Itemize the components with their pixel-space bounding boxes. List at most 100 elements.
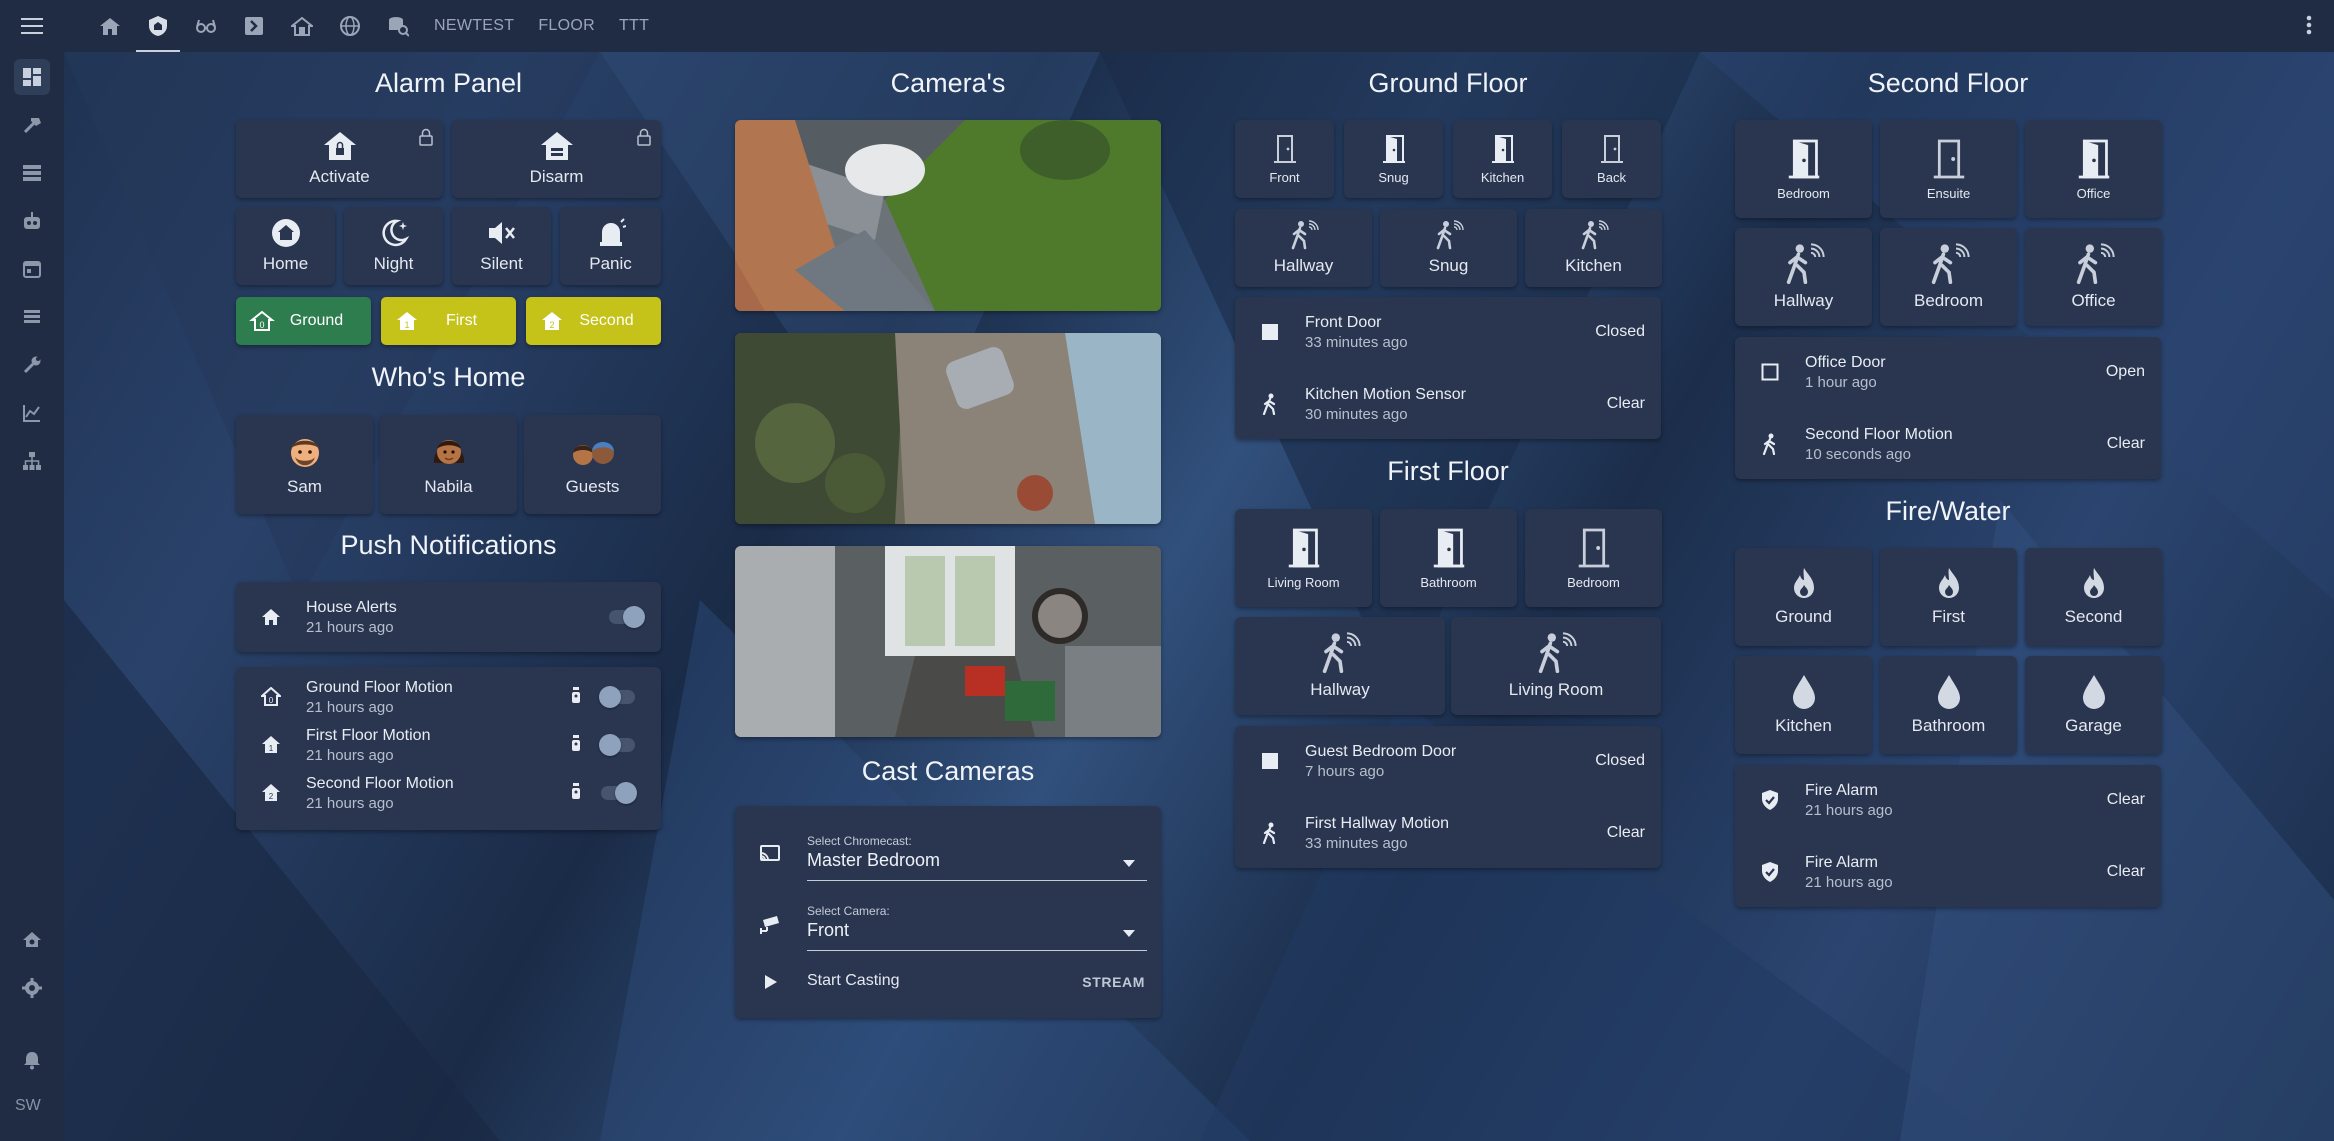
tab-security[interactable] — [134, 0, 182, 52]
second-motion-bedroom[interactable]: Bedroom — [1880, 228, 2017, 326]
first-motion-time: 21 hours ago — [306, 746, 394, 764]
fire-alarm-card: Fire Alarm 21 hours ago Clear Fire Alarm 2… — [1735, 765, 2161, 907]
second-door-bedroom[interactable]: Bedroom — [1735, 120, 1872, 218]
person-sam[interactable]: Sam — [236, 415, 373, 514]
camera-feed-front[interactable] — [735, 120, 1161, 311]
sidebar-item-robot[interactable] — [14, 203, 50, 239]
list-item[interactable]: Fire Alarm 21 hours ago Clear — [1735, 837, 2161, 907]
sidebar-item-hammer[interactable] — [14, 107, 50, 143]
list-item[interactable]: Front Door 33 minutes ago Closed — [1235, 297, 1661, 367]
tab-glasses[interactable] — [182, 0, 230, 52]
fire-icon — [1938, 568, 1959, 598]
ground-door-front[interactable]: Front — [1235, 120, 1334, 198]
dots-vertical-icon[interactable] — [2306, 14, 2312, 41]
tab-newtest[interactable]: NEWTEST — [422, 0, 526, 52]
activate-button[interactable]: Activate — [236, 120, 443, 198]
tab-home[interactable] — [86, 0, 134, 52]
tab-ttt[interactable]: TTT — [607, 0, 661, 52]
camera-select[interactable]: Select Camera: Front — [807, 904, 1147, 951]
sidebar-item-home-settings[interactable] — [14, 922, 50, 958]
sidebar-item-history[interactable] — [14, 395, 50, 431]
stream-button[interactable]: STREAM — [1082, 974, 1145, 990]
tab-floor[interactable]: FLOOR — [526, 0, 607, 52]
second-door-ensuite[interactable]: Ensuite — [1880, 120, 2017, 218]
first-motion-toggle[interactable] — [599, 734, 635, 756]
tab-web[interactable] — [326, 0, 374, 52]
sam-label: Sam — [287, 476, 322, 496]
floor-second-button[interactable]: 2 Second — [526, 297, 661, 345]
mode-night-button[interactable]: Night — [344, 207, 443, 285]
ground-motion-toggle[interactable] — [599, 686, 635, 708]
fire-sensor-second[interactable]: Second — [2025, 548, 2162, 646]
camera-feed-garden[interactable] — [735, 333, 1161, 524]
list-item[interactable]: Second Floor Motion 10 seconds ago Clear — [1735, 409, 2161, 479]
ground-motion-snug-label: Snug — [1428, 256, 1469, 275]
house-alerts-toggle[interactable] — [609, 606, 645, 628]
home-icon — [262, 609, 280, 625]
ground-door-kitchen[interactable]: Kitchen — [1453, 120, 1552, 198]
second-motion-office[interactable]: Office — [2025, 228, 2162, 326]
ground-motion-snug[interactable]: Snug — [1380, 209, 1517, 287]
person-nabila[interactable]: Nabila — [380, 415, 517, 514]
server-icon — [23, 165, 41, 181]
sidebar-item-sitemap[interactable] — [14, 443, 50, 479]
water-sensor-kitchen[interactable]: Kitchen — [1735, 656, 1872, 754]
second-door-office[interactable]: Office — [2025, 120, 2162, 218]
guests-avatar — [572, 441, 614, 465]
hamburger-menu-icon[interactable] — [0, 0, 64, 52]
list-item[interactable]: Kitchen Motion Sensor 30 minutes ago Clea… — [1235, 369, 1661, 439]
first-door-bathroom[interactable]: Bathroom — [1380, 509, 1517, 607]
sidebar-item-notifications[interactable] — [14, 1042, 50, 1078]
first-motion-name: First Floor Motion — [306, 726, 431, 744]
tab-chevron[interactable] — [230, 0, 278, 52]
floor-ground-label: Ground — [289, 312, 344, 329]
motion-sensor-walk-icon — [1786, 243, 1825, 285]
fire-alarm-1-state: Clear — [2106, 791, 2145, 808]
home-unlock-icon — [540, 132, 573, 160]
first-motion-hallway[interactable]: Hallway — [1235, 617, 1445, 715]
fire-sensor-first[interactable]: First — [1880, 548, 2017, 646]
ground-door-snug[interactable]: Snug — [1344, 120, 1443, 198]
sidebar-item-layers[interactable] — [14, 299, 50, 335]
camera-select-value: Front — [807, 920, 850, 940]
ground-motion-hallway[interactable]: Hallway — [1235, 209, 1372, 287]
mode-panic-button[interactable]: Panic — [560, 207, 661, 285]
person-guests[interactable]: Guests — [524, 415, 661, 514]
second-motion-toggle[interactable] — [601, 782, 637, 804]
mode-silent-button[interactable]: Silent — [452, 207, 551, 285]
disarm-label: Disarm — [529, 167, 584, 186]
sidebar-item-server[interactable] — [14, 155, 50, 191]
whos-home-title: Who's Home — [371, 362, 526, 392]
list-item[interactable]: First Hallway Motion 33 minutes ago Clear — [1235, 798, 1661, 868]
fire-sensor-ground[interactable]: Ground — [1735, 548, 1872, 646]
second-floor-motion-time: 10 seconds ago — [1805, 445, 1911, 463]
tab-database[interactable] — [374, 0, 422, 52]
sidebar-item-calendar[interactable] — [14, 251, 50, 287]
second-motion-hallway[interactable]: Hallway — [1735, 228, 1872, 326]
water-sensor-garage-label: Garage — [2065, 716, 2122, 735]
list-item[interactable]: Guest Bedroom Door 7 hours ago Closed — [1235, 726, 1661, 796]
disarm-button[interactable]: Disarm — [452, 120, 661, 198]
tab-floors[interactable] — [278, 0, 326, 52]
mode-home-button[interactable]: Home — [236, 207, 335, 285]
sidebar-item-wrench[interactable] — [14, 347, 50, 383]
ground-door-back[interactable]: Back — [1562, 120, 1661, 198]
floor-first-button[interactable]: 1 First — [381, 297, 516, 345]
sidebar-item-settings[interactable] — [14, 970, 50, 1006]
floor-ground-button[interactable]: 0 Ground — [236, 297, 371, 345]
first-motion-living-room[interactable]: Living Room — [1451, 617, 1661, 715]
first-door-living-room[interactable]: Living Room — [1235, 509, 1372, 607]
water-sensor-bathroom[interactable]: Bathroom — [1880, 656, 2017, 754]
chromecast-select[interactable]: Select Chromecast: Master Bedroom — [807, 834, 1147, 881]
ground-motion-kitchen[interactable]: Kitchen — [1525, 209, 1662, 287]
sitemap-icon — [23, 452, 41, 470]
floor-notifications-card: 0 Ground Floor Motion 21 hours ago 1 Firs… — [236, 667, 661, 830]
list-item[interactable]: Fire Alarm 21 hours ago Clear — [1735, 765, 2161, 835]
list-item[interactable]: Office Door 1 hour ago Open — [1735, 337, 2161, 407]
sidebar-item-overview[interactable] — [14, 59, 50, 95]
user-initials[interactable]: SW — [15, 1097, 41, 1115]
first-door-bedroom[interactable]: Bedroom — [1525, 509, 1662, 607]
water-sensor-garage[interactable]: Garage — [2025, 656, 2162, 754]
camera-feed-kitchen[interactable] — [735, 546, 1161, 737]
first-door-bathroom-label: Bathroom — [1420, 574, 1477, 590]
